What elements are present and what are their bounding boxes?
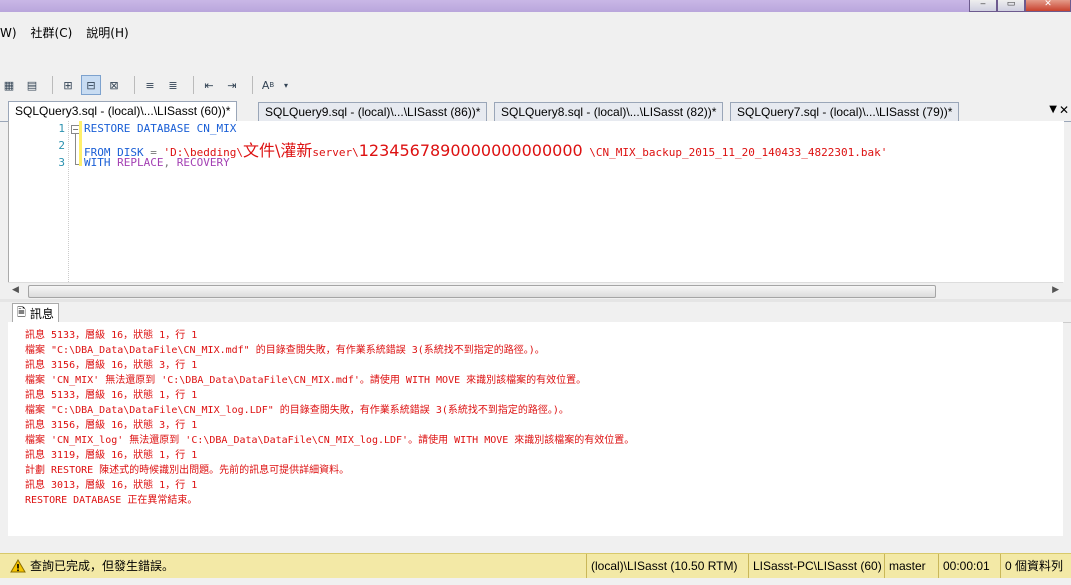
menu-bar: W) 社群(C) 說明(H) xyxy=(0,22,129,44)
status-elapsed-time: 00:00:01 xyxy=(938,554,994,578)
scroll-right-icon[interactable]: ▶ xyxy=(1052,285,1059,295)
window-titlebar: ‒ ▭ ✕ xyxy=(0,0,1071,12)
line-number: 2 xyxy=(58,139,65,152)
outline-line xyxy=(75,134,76,164)
results-to-grid-icon[interactable]: ▦ xyxy=(0,76,18,94)
tab-sqlquery7[interactable]: SQLQuery7.sql - (local)\...\LISasst (79)… xyxy=(730,102,960,121)
maximize-button[interactable]: ▭ xyxy=(997,0,1025,12)
message-line: RESTORE DATABASE 正在異常結束。 xyxy=(25,495,198,506)
tab-sqlquery9[interactable]: SQLQuery9.sql - (local)\...\LISasst (86)… xyxy=(258,102,488,121)
code-line-1: RESTORE DATABASE CN_MIX xyxy=(84,122,236,135)
toolbar-separator xyxy=(193,76,194,94)
status-server: (local)\LISasst (10.50 RTM) xyxy=(586,554,742,578)
line-number: 1 xyxy=(58,122,65,135)
close-tab-icon[interactable]: ✕ xyxy=(1059,103,1069,117)
tab-sqlquery8[interactable]: SQLQuery8.sql - (local)\...\LISasst (82)… xyxy=(494,102,724,121)
increase-indent-icon[interactable]: ⇥ xyxy=(223,76,241,94)
tab-messages-label: 訊息 xyxy=(29,307,54,321)
message-line: 訊息 5133，層級 16，狀態 1，行 1 xyxy=(25,330,198,341)
message-line: 檔案 "C:\DBA_Data\DataFile\CN_MIX_log.LDF"… xyxy=(25,405,569,416)
scroll-left-icon[interactable]: ◀ xyxy=(12,285,19,295)
string-literal-part: server\ xyxy=(312,146,359,159)
message-line: 訊息 3013，層級 16，狀態 1，行 1 xyxy=(25,480,198,491)
toolbar-separator xyxy=(252,76,253,94)
document-tabs: SQLQuery3.sql - (local)\...\LISasst (60)… xyxy=(0,101,1071,122)
window-controls: ‒ ▭ ✕ xyxy=(969,0,1071,12)
warning-icon xyxy=(10,558,26,572)
status-row-count: 0 個資料列 xyxy=(1000,554,1067,578)
comma: , xyxy=(163,156,177,169)
toolbar-separator xyxy=(134,76,135,94)
toolbar-separator xyxy=(52,76,53,94)
specify-values-icon[interactable]: AB xyxy=(259,76,277,94)
message-line: 計劃 RESTORE 陳述式的時候識別出問題。先前的訊息可提供詳細資料。 xyxy=(25,465,350,476)
message-line: 檔案 'CN_MIX' 無法還原到 'C:\DBA_Data\DataFile\… xyxy=(25,375,587,386)
messages-icon: 🗎 xyxy=(17,306,26,319)
sql-keyword: RESTORE DATABASE xyxy=(84,122,190,135)
tab-sqlquery3[interactable]: SQLQuery3.sql - (local)\...\LISasst (60)… xyxy=(8,101,238,122)
status-bar: 查詢已完成，但發生錯誤。 (local)\LISasst (10.50 RTM)… xyxy=(0,553,1071,578)
status-message: 查詢已完成，但發生錯誤。 xyxy=(10,557,174,574)
decrease-indent-icon[interactable]: ⇤ xyxy=(200,76,218,94)
client-statistics-icon[interactable]: ⊠ xyxy=(105,76,123,94)
sql-editor-toolbar: ▦ ▤ ⊞ ⊟ ⊠ ≡ ≣ ⇤ ⇥ AB ▾ xyxy=(0,70,1071,100)
line-number-gutter: 1 2 3 xyxy=(9,121,67,282)
tab-messages[interactable]: 🗎 訊息 xyxy=(12,303,59,323)
tab-list-dropdown-icon[interactable]: ▼ xyxy=(1049,104,1057,115)
uncomment-icon[interactable]: ≣ xyxy=(164,76,182,94)
query-editor[interactable]: 1 2 3 − RESTORE DATABASE CN_MIX FROM DIS… xyxy=(8,121,1064,282)
message-line: 檔案 "C:\DBA_Data\DataFile\CN_MIX.mdf" 的目錄… xyxy=(25,345,545,356)
changed-lines-marker xyxy=(79,121,82,166)
toolbar-overflow-icon[interactable]: ▾ xyxy=(282,76,290,94)
message-line: 訊息 3156，層級 16，狀態 3，行 1 xyxy=(25,420,198,431)
horizontal-scrollbar[interactable]: ◀ ▶ xyxy=(8,282,1063,299)
database-name: CN_MIX xyxy=(189,122,237,135)
status-text: 查詢已完成，但發生錯誤。 xyxy=(30,559,175,573)
results-to-text-icon[interactable]: ▤ xyxy=(23,76,41,94)
status-user: LISasst-PC\LISasst (60) xyxy=(748,554,886,578)
include-plan-icon[interactable]: ⊟ xyxy=(81,75,101,95)
messages-pane[interactable]: 訊息 5133，層級 16，狀態 1，行 1 檔案 "C:\DBA_Data\D… xyxy=(8,322,1063,536)
string-literal-part: 文件\灌新 xyxy=(242,141,313,160)
message-line: 訊息 3156，層級 16，狀態 3，行 1 xyxy=(25,360,198,371)
menu-item-help[interactable]: 說明(H) xyxy=(86,22,128,44)
scrollbar-thumb[interactable] xyxy=(28,285,936,298)
message-line: 訊息 3119，層級 16，狀態 1，行 1 xyxy=(25,450,198,461)
status-database: master xyxy=(884,554,930,578)
minimize-button[interactable]: ‒ xyxy=(969,0,997,12)
message-line: 訊息 5133，層級 16，狀態 1，行 1 xyxy=(25,390,198,401)
option-keyword: REPLACE xyxy=(110,156,164,169)
sql-keyword: WITH xyxy=(84,156,111,169)
results-tabs: 🗎 訊息 xyxy=(8,302,1071,323)
message-line: 檔案 'CN_MIX_log' 無法還原到 'C:\DBA_Data\DataF… xyxy=(25,435,635,446)
string-literal-part: \CN_MIX_backup_2015_11_20_140433_4822301… xyxy=(582,146,888,159)
line-number: 3 xyxy=(58,156,65,169)
menu-item-window[interactable]: W) xyxy=(0,22,17,44)
comment-icon[interactable]: ≡ xyxy=(141,76,159,94)
close-button[interactable]: ✕ xyxy=(1025,0,1071,12)
string-literal-part: 1234567890000000000000 xyxy=(358,141,583,160)
code-line-3: WITH REPLACE, RECOVERY xyxy=(84,156,230,169)
gutter-divider xyxy=(68,121,70,282)
display-plan-icon[interactable]: ⊞ xyxy=(59,76,77,94)
menu-item-community[interactable]: 社群(C) xyxy=(31,22,73,44)
option-keyword: RECOVERY xyxy=(176,156,230,169)
